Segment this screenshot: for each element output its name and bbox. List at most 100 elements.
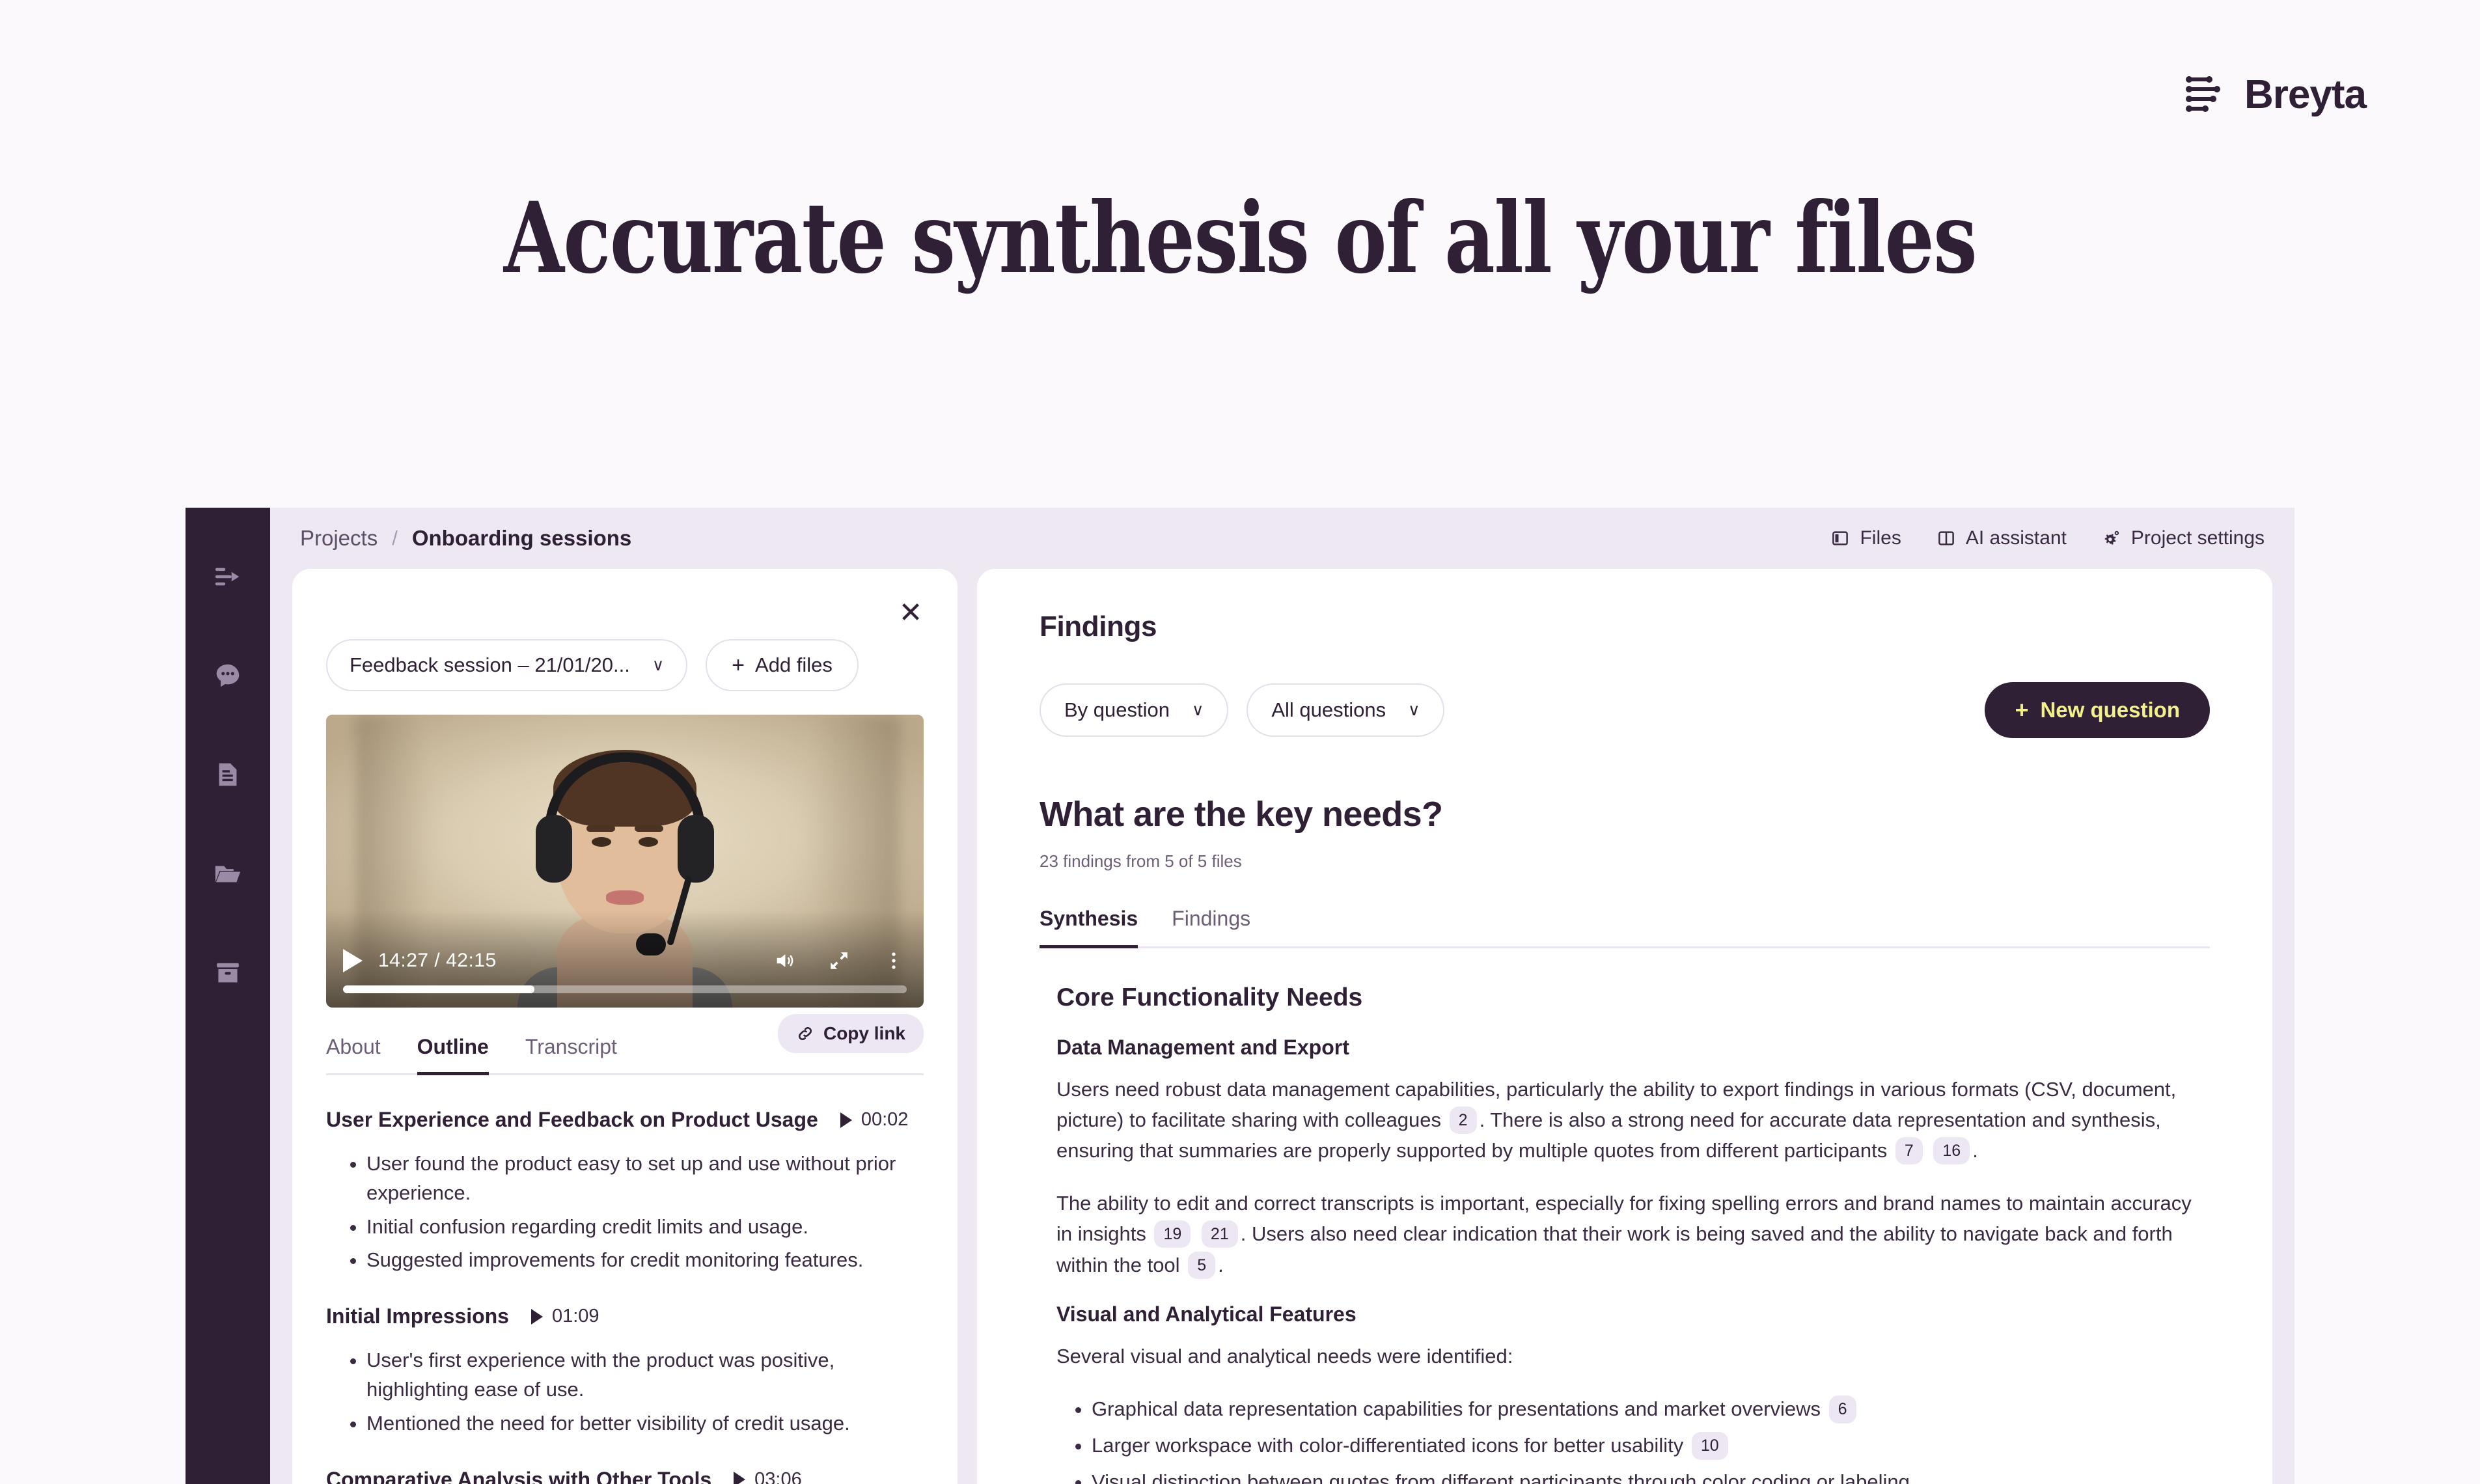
play-small-icon	[530, 1308, 543, 1325]
list-item: Graphical data representation capabiliti…	[1092, 1394, 2193, 1425]
video-player[interactable]: 14:27 / 42:15	[326, 715, 924, 1008]
outline-section-title: Initial Impressions	[326, 1304, 509, 1328]
close-icon[interactable]: ✕	[892, 595, 929, 631]
document-icon	[219, 763, 237, 786]
outline-bullets: User found the product easy to set up an…	[366, 1149, 924, 1274]
sidebar-item-toggle-sidebar[interactable]	[210, 558, 246, 595]
tab-transcript[interactable]: Transcript	[525, 1035, 617, 1075]
ai-assistant-label: AI assistant	[1965, 527, 2067, 549]
synthesis-bullets: Graphical data representation capabiliti…	[1092, 1394, 2193, 1484]
files-label: Files	[1860, 527, 1901, 549]
citation-badge[interactable]: 6	[1828, 1395, 1856, 1423]
list-item-text: Visual distinction between quotes from d…	[1092, 1470, 1910, 1484]
play-small-icon	[840, 1112, 852, 1128]
outline-section-title: Comparative Analysis with Other Tools	[326, 1467, 712, 1484]
copy-link-button[interactable]: Copy link	[777, 1014, 924, 1053]
app-window: Projects / Onboarding sessions Files AI …	[186, 508, 2294, 1484]
chevron-down-icon: ∨	[1192, 701, 1204, 719]
copy-link-label: Copy link	[823, 1023, 905, 1043]
add-files-label: Add files	[755, 653, 833, 676]
breadcrumb-projects[interactable]: Projects	[300, 526, 378, 551]
outline-timestamp[interactable]: 01:09	[530, 1306, 599, 1327]
topbar-actions: Files AI assistant Project settings	[1830, 527, 2265, 549]
outline-bullets: User's first experience with the product…	[366, 1345, 924, 1438]
folder-icon	[215, 866, 241, 883]
outline-timestamp[interactable]: 00:02	[840, 1109, 909, 1131]
sidebar-item-documents[interactable]	[210, 756, 246, 793]
citation-badge[interactable]: 5	[1188, 1251, 1216, 1279]
plus-icon: +	[2015, 696, 2029, 723]
outline-timestamp-label: 01:09	[551, 1306, 599, 1326]
citation-badge[interactable]: 16	[1933, 1137, 1970, 1165]
outline-section: Comparative Analysis with Other Tools 03…	[326, 1468, 924, 1484]
question-filter-value: All questions	[1271, 698, 1386, 721]
tab-about[interactable]: About	[326, 1035, 381, 1075]
list-item-text: Larger workspace with color-differentiat…	[1092, 1433, 1684, 1457]
panel-split-icon	[1938, 531, 1954, 545]
chevron-down-icon: ∨	[1408, 701, 1420, 719]
outline-content: User Experience and Feedback on Product …	[326, 1075, 924, 1484]
page-title: Findings	[1040, 611, 1157, 642]
files-button[interactable]: Files	[1830, 527, 1901, 549]
list-item: Initial confusion regarding credit limit…	[366, 1212, 924, 1241]
outline-section: Initial Impressions 01:09 User's first e…	[326, 1304, 924, 1438]
file-select-value: Feedback session – 21/01/20...	[350, 653, 630, 676]
kebab-menu-icon[interactable]	[881, 948, 907, 974]
findings-meta: 23 findings from 5 of 5 files	[1040, 851, 1242, 871]
breadcrumb: Projects / Onboarding sessions	[300, 526, 631, 551]
gears-icon	[2104, 530, 2119, 545]
video-progress-bar[interactable]	[343, 985, 907, 993]
menu-expand-icon	[215, 568, 240, 586]
citation-badge[interactable]: 10	[1691, 1431, 1728, 1460]
citation-badge[interactable]: 2	[1449, 1106, 1477, 1134]
volume-icon[interactable]	[771, 948, 797, 974]
project-settings-label: Project settings	[2130, 527, 2265, 549]
new-question-label: New question	[2040, 698, 2180, 722]
question-filter-select[interactable]: All questions ∨	[1247, 683, 1445, 737]
list-item: Visual distinction between quotes from d…	[1092, 1466, 2193, 1484]
panel-left-icon	[1832, 531, 1849, 545]
play-icon[interactable]	[343, 949, 363, 972]
project-settings-button[interactable]: Project settings	[2102, 527, 2265, 549]
findings-controls: By question ∨ All questions ∨ + New ques…	[1040, 682, 2210, 738]
sidebar-item-projects[interactable]	[210, 855, 246, 892]
synthesis-paragraph: Several visual and analytical needs were…	[1056, 1344, 1513, 1367]
page-headline: Accurate synthesis of all your files	[503, 181, 1977, 295]
play-small-icon	[734, 1472, 746, 1484]
group-by-select[interactable]: By question ∨	[1040, 683, 1229, 737]
add-files-button[interactable]: + Add files	[706, 639, 859, 691]
sidebar-item-archive[interactable]	[210, 954, 246, 991]
chevron-down-icon: ∨	[652, 656, 665, 674]
tab-findings[interactable]: Findings	[1172, 907, 1250, 948]
question-heading: What are the key needs?	[1040, 795, 1443, 834]
media-panel: ✕ Feedback session – 21/01/20... ∨ + Add…	[292, 569, 958, 1484]
sidebar-item-chat[interactable]	[210, 657, 246, 694]
citation-badge[interactable]: 21	[1201, 1220, 1238, 1248]
tab-synthesis[interactable]: Synthesis	[1040, 907, 1138, 948]
synthesis-paragraph: The ability to edit and correct transcri…	[1056, 1188, 2193, 1280]
sidebar	[186, 508, 270, 1484]
fullscreen-icon[interactable]	[826, 948, 852, 974]
synthesis-content: Core Functionality Needs Data Management…	[1040, 948, 2210, 1484]
list-item: Mentioned the need for better visibility…	[366, 1408, 924, 1438]
ai-assistant-button[interactable]: AI assistant	[1936, 527, 2067, 549]
breadcrumb-current: Onboarding sessions	[411, 526, 632, 550]
new-question-button[interactable]: + New question	[1985, 682, 2210, 738]
outline-section-title: User Experience and Feedback on Product …	[326, 1108, 818, 1131]
chat-bubble-icon	[216, 664, 240, 687]
video-time-display: 14:27 / 42:15	[378, 950, 497, 971]
app-main: Projects / Onboarding sessions Files AI …	[270, 508, 2294, 1484]
file-select[interactable]: Feedback session – 21/01/20... ∨	[326, 639, 688, 691]
archive-box-icon	[217, 963, 239, 983]
citation-badge[interactable]: 7	[1895, 1137, 1923, 1165]
brand-logo: Breyta	[2186, 72, 2367, 118]
outline-timestamp[interactable]: 03:06	[734, 1469, 802, 1484]
file-toolbar: Feedback session – 21/01/20... ∨ + Add f…	[326, 639, 924, 691]
panes: ✕ Feedback session – 21/01/20... ∨ + Add…	[270, 569, 2294, 1484]
brand-name: Breyta	[2244, 72, 2367, 117]
outline-timestamp-label: 00:02	[861, 1109, 909, 1130]
video-controls: 14:27 / 42:15	[326, 940, 924, 1008]
tab-outline[interactable]: Outline	[417, 1035, 489, 1075]
list-item-text: Graphical data representation capabiliti…	[1092, 1397, 1821, 1420]
citation-badge[interactable]: 19	[1154, 1220, 1191, 1248]
